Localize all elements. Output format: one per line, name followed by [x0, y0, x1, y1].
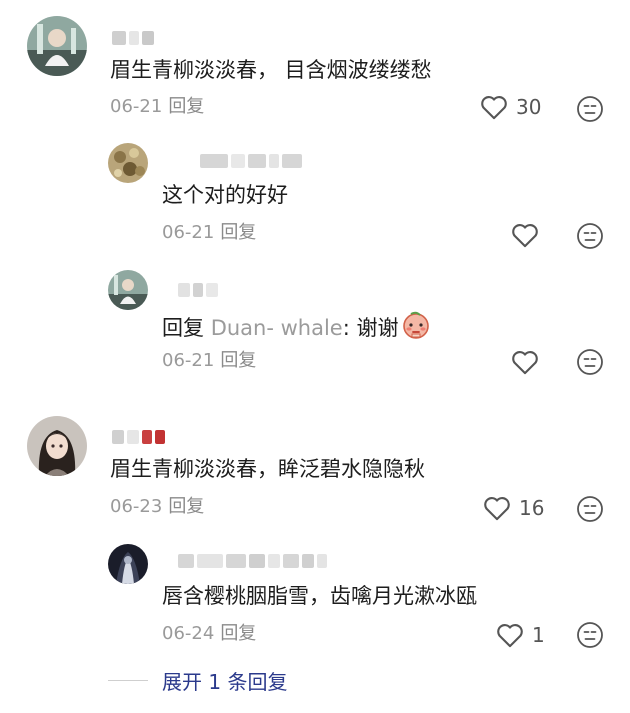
comment-date: 06-23: [110, 496, 163, 517]
comment-text: 回复 Duan- whale: 谢谢: [162, 310, 431, 347]
meh-face-icon: [577, 223, 603, 249]
dislike-button[interactable]: [576, 621, 604, 649]
comment-date: 06-21: [162, 350, 215, 371]
comment-text: 这个对的好好: [162, 183, 288, 207]
like-button[interactable]: [511, 349, 539, 375]
heart-outline-icon: [497, 624, 523, 648]
expand-replies-label: 展开 1 条回复: [162, 670, 288, 694]
avatar[interactable]: [108, 143, 148, 183]
like-count: 1: [532, 623, 545, 647]
username-blurred[interactable]: [112, 30, 154, 46]
comment-text: 眉生青柳淡淡春， 目含烟波缕缕愁: [110, 58, 432, 82]
comment-meta: 06-21 回复: [110, 95, 204, 119]
like-count: 30: [516, 95, 542, 119]
reply-body: : 谢谢: [342, 316, 399, 340]
heart-outline-icon: [481, 96, 507, 120]
comment-meta: 06-24 回复: [162, 622, 256, 646]
like-button[interactable]: 1: [496, 622, 545, 648]
divider-line: [108, 680, 148, 681]
reply-button[interactable]: 回复: [168, 96, 204, 117]
dislike-button[interactable]: [576, 495, 604, 523]
comment-meta: 06-23 回复: [110, 495, 204, 519]
expand-replies-button[interactable]: 展开 1 条回复: [108, 666, 287, 695]
like-button[interactable]: 30: [480, 94, 541, 120]
username-blurred[interactable]: [178, 282, 218, 298]
comment-date: 06-21: [162, 222, 215, 243]
username-blurred[interactable]: [178, 553, 327, 569]
blushing-face-emoji: [401, 310, 431, 347]
avatar-image: [108, 143, 148, 183]
heart-outline-icon: [512, 224, 538, 248]
avatar-image: [108, 270, 148, 310]
meh-face-icon: [577, 96, 603, 122]
like-count: 16: [519, 496, 545, 520]
comment-meta: 06-21 回复: [162, 349, 256, 373]
meh-face-icon: [577, 496, 603, 522]
dislike-button[interactable]: [576, 95, 604, 123]
avatar[interactable]: [108, 544, 148, 584]
heart-outline-icon: [512, 351, 538, 375]
username-blurred[interactable]: [200, 153, 302, 169]
avatar-image: [27, 416, 87, 476]
dislike-button[interactable]: [576, 348, 604, 376]
avatar[interactable]: [108, 270, 148, 310]
like-button[interactable]: [511, 222, 539, 248]
reply-button[interactable]: 回复: [220, 623, 256, 644]
comment-meta: 06-21 回复: [162, 221, 256, 245]
dislike-button[interactable]: [576, 222, 604, 250]
avatar[interactable]: [27, 16, 87, 76]
heart-outline-icon: [484, 497, 510, 521]
comment-text: 唇含樱桃胭脂雪，齿噙月光漱冰瓯: [162, 584, 477, 608]
meh-face-icon: [577, 349, 603, 375]
meh-face-icon: [577, 622, 603, 648]
reply-to-user[interactable]: Duan- whale: [211, 316, 343, 340]
avatar-image: [27, 16, 87, 76]
avatar[interactable]: [27, 416, 87, 476]
like-button[interactable]: 16: [483, 495, 544, 521]
comment-text: 眉生青柳淡淡春，眸泛碧水隐隐秋: [110, 457, 425, 481]
reply-prefix: 回复: [162, 316, 204, 340]
comment-date: 06-24: [162, 623, 215, 644]
avatar-image: [108, 544, 148, 584]
username-blurred[interactable]: [112, 429, 165, 445]
reply-button[interactable]: 回复: [220, 222, 256, 243]
reply-button[interactable]: 回复: [220, 350, 256, 371]
reply-button[interactable]: 回复: [168, 496, 204, 517]
comment-date: 06-21: [110, 96, 163, 117]
